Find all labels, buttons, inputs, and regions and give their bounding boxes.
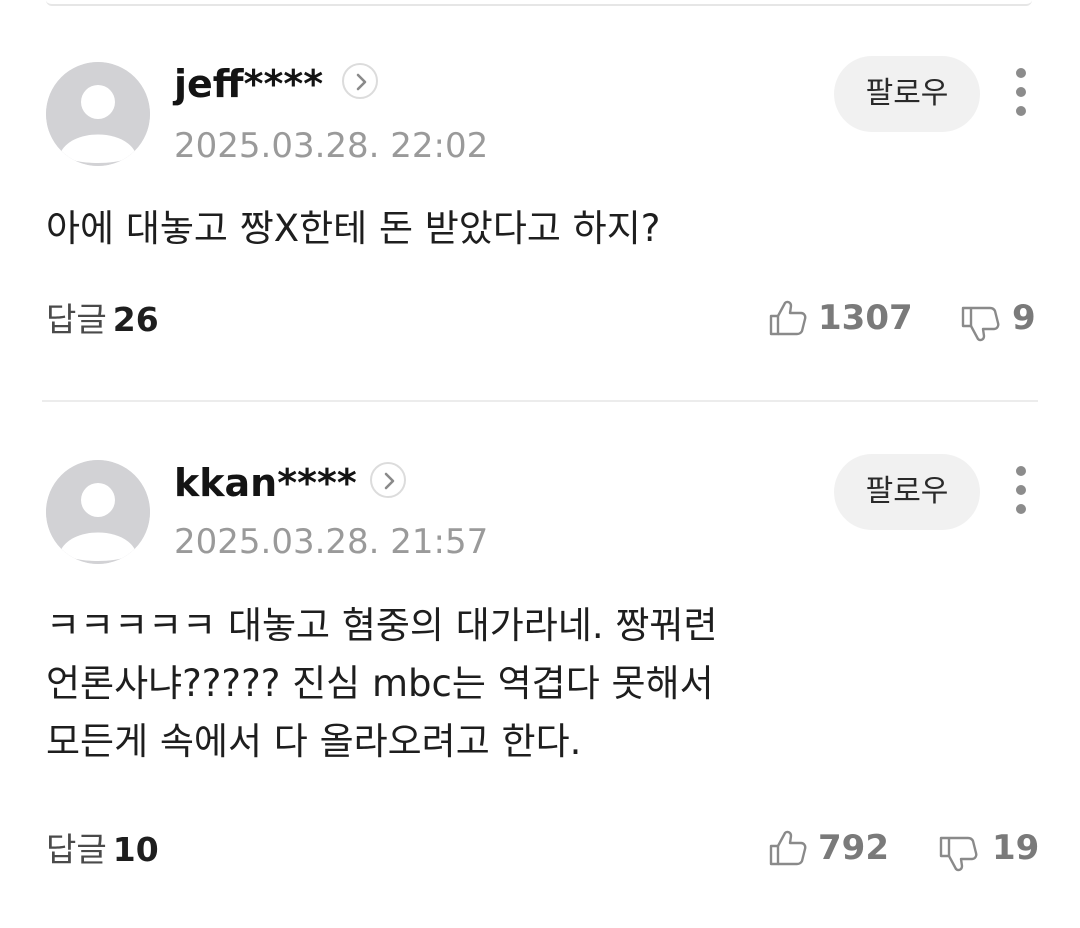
like-button[interactable]: 792 [768, 828, 889, 872]
comment-body: ㅋㅋㅋㅋㅋ 대놓고 혐중의 대가라네. 짱꿔련 언론사냐????? 진심 mbc… [46, 597, 986, 771]
vertical-ellipsis-icon [1016, 466, 1026, 476]
comment-body-line: 모든게 속에서 다 올라오려고 한다. [46, 720, 582, 763]
dislike-button[interactable]: 19 [938, 828, 1040, 872]
like-count: 1307 [818, 298, 913, 338]
vertical-ellipsis-icon [1016, 68, 1026, 78]
like-button[interactable]: 1307 [768, 298, 913, 342]
comment-timestamp: 2025.03.28. 22:02 [174, 126, 489, 166]
like-count: 792 [818, 828, 889, 868]
dislike-count: 19 [992, 828, 1040, 868]
default-user-avatar-icon [46, 460, 150, 564]
comment-body-line: 언론사냐????? 진심 mbc는 역겹다 못해서 [46, 662, 714, 705]
dislike-button[interactable]: 9 [960, 298, 1036, 342]
profile-link-button[interactable] [342, 63, 378, 99]
reply-label: 답글 [46, 830, 107, 869]
thumbs-down-icon [961, 306, 1000, 342]
chevron-right-icon [384, 472, 395, 490]
comment-body: 아에 대놓고 짱X한테 돈 받았다고 하지? [46, 200, 986, 258]
follow-button[interactable]: 팔로우 [834, 454, 980, 530]
avatar[interactable] [46, 460, 150, 564]
reply-count: 10 [112, 830, 159, 869]
comment-body-line: 아에 대놓고 짱X한테 돈 받았다고 하지? [46, 207, 661, 250]
thumbs-up-icon [769, 830, 807, 866]
more-options-button[interactable] [1004, 464, 1038, 516]
thumbs-down-icon [939, 836, 978, 872]
comment-item: jeff**** 2025.03.28. 22:02 팔로우 아에 대놓고 짱X… [0, 0, 1080, 400]
default-user-avatar-icon [46, 62, 150, 166]
reply-button[interactable]: 답글 10 [46, 830, 159, 870]
comment-body-line: ㅋㅋㅋㅋㅋ 대놓고 혐중의 대가라네. 짱꿔련 [46, 604, 718, 647]
comment-timestamp: 2025.03.28. 21:57 [174, 522, 489, 562]
reply-label: 답글 [46, 300, 107, 339]
profile-link-button[interactable] [370, 462, 406, 498]
thumbs-up-icon [769, 300, 807, 336]
follow-button[interactable]: 팔로우 [834, 56, 980, 132]
username[interactable]: jeff**** [174, 62, 323, 106]
username[interactable]: kkan**** [174, 461, 357, 505]
chevron-right-icon [356, 73, 367, 91]
comment-item: kkan**** 2025.03.28. 21:57 팔로우 ㅋㅋㅋㅋㅋ 대놓고… [0, 400, 1080, 928]
dislike-count: 9 [1012, 298, 1036, 338]
reply-button[interactable]: 답글 26 [46, 300, 159, 340]
avatar[interactable] [46, 62, 150, 166]
reply-count: 26 [112, 300, 159, 339]
more-options-button[interactable] [1004, 66, 1038, 118]
